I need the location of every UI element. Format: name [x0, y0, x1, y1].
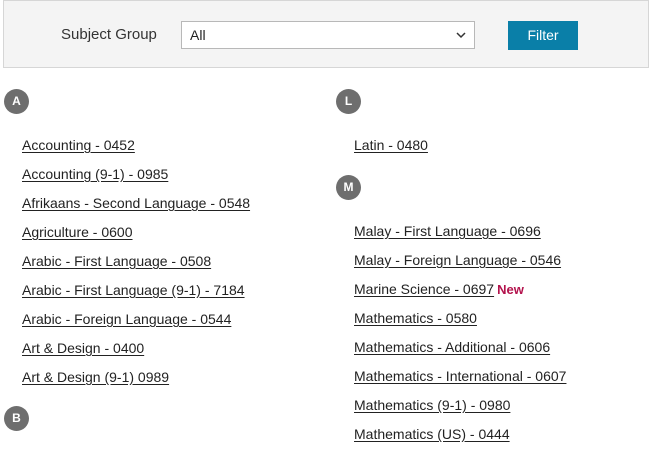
subject-link[interactable]: Art & Design (9-1) 0989 [22, 369, 169, 385]
new-badge: New [497, 282, 524, 297]
letter-badge-m: M [336, 175, 361, 200]
subject-link[interactable]: Mathematics - 0580 [354, 310, 477, 326]
filter-button[interactable]: Filter [508, 21, 578, 50]
subject-link[interactable]: Accounting - 0452 [22, 137, 135, 153]
letter-badge-a: A [4, 89, 29, 114]
letter-badge-b: B [4, 406, 29, 431]
subject-link[interactable]: Afrikaans - Second Language - 0548 [22, 195, 250, 211]
chevron-down-icon [456, 32, 466, 39]
subject-link[interactable]: Arabic - Foreign Language - 0544 [22, 311, 231, 327]
subject-link[interactable]: Mathematics (9-1) - 0980 [354, 397, 510, 413]
subject-group-label: Subject Group [61, 26, 157, 43]
subject-group-selected: All [190, 27, 206, 43]
subject-link[interactable]: Mathematics - International - 0607 [354, 368, 566, 384]
subject-link[interactable]: Agriculture - 0600 [22, 224, 133, 240]
subject-link[interactable]: Mathematics - Additional - 0606 [354, 339, 550, 355]
subject-group-select[interactable]: All [181, 21, 475, 49]
subject-link[interactable]: Accounting (9-1) - 0985 [22, 166, 168, 182]
subject-link[interactable]: Latin - 0480 [354, 137, 428, 153]
subject-link[interactable]: Marine Science - 0697 [354, 281, 494, 297]
filter-bar: Subject Group All Filter [3, 0, 649, 68]
subject-link[interactable]: Arabic - First Language (9-1) - 7184 [22, 282, 245, 298]
subject-link[interactable]: Mathematics (US) - 0444 [354, 426, 510, 442]
subject-link[interactable]: Art & Design - 0400 [22, 340, 144, 356]
subject-link[interactable]: Arabic - First Language - 0508 [22, 253, 211, 269]
subject-link[interactable]: Malay - First Language - 0696 [354, 223, 541, 239]
subject-link[interactable]: Malay - Foreign Language - 0546 [354, 252, 561, 268]
marine-science-row: Marine Science - 0697 New [354, 281, 524, 297]
letter-badge-l: L [336, 89, 361, 114]
